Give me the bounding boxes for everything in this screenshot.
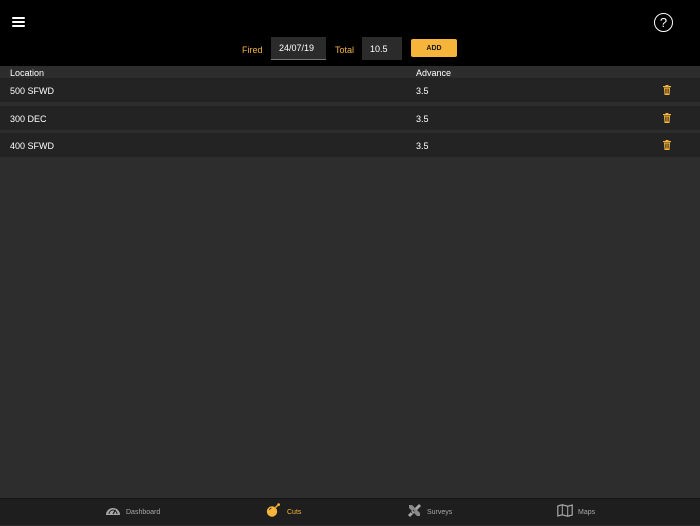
map-icon [557,504,573,517]
tab-dashboard[interactable]: Dashboard [105,499,165,526]
row-advance: 3.5 [416,113,429,124]
help-button[interactable]: ? [654,13,673,32]
tab-label: Maps [578,509,596,516]
ruler-pencil-icon [408,504,421,517]
cuts-list: 500 SFWD 3.5 300 DEC 3.5 400 SFWD 3.5 [0,78,700,161]
add-button[interactable]: ADD [411,39,457,57]
tab-cuts[interactable]: Cuts [266,499,306,526]
top-bar: ? Fired Total ADD Location Advance [0,0,700,78]
column-header-advance: Advance [416,68,452,78]
trash-icon[interactable] [663,140,671,150]
table-row[interactable]: 300 DEC 3.5 [0,105,700,130]
tab-label: Dashboard [126,509,161,516]
row-location: 400 SFWD [10,141,55,151]
row-location: 500 SFWD [10,86,55,96]
tab-label: Cuts [287,509,302,516]
fired-date-input[interactable] [271,37,326,60]
column-header-location: Location [10,68,45,78]
row-advance: 3.5 [416,141,429,151]
speedometer-icon [106,508,120,515]
tab-surveys[interactable]: Surveys [407,499,457,526]
bottom-tab-bar: Dashboard Cuts Surveys Maps [0,498,700,525]
trash-icon[interactable] [663,112,671,123]
tab-maps[interactable]: Maps [557,499,597,526]
trash-icon[interactable] [663,85,671,95]
fired-label: Fired [242,45,263,55]
row-location: 300 DEC [10,113,47,124]
bomb-icon [266,503,280,517]
total-label: Total [335,45,355,55]
tab-label: Surveys [427,509,453,516]
row-advance: 3.5 [416,86,429,96]
table-row[interactable]: 400 SFWD 3.5 [0,133,700,157]
hamburger-menu-icon[interactable] [12,16,26,30]
total-input[interactable] [362,37,402,60]
table-row[interactable]: 500 SFWD 3.5 [0,78,700,102]
